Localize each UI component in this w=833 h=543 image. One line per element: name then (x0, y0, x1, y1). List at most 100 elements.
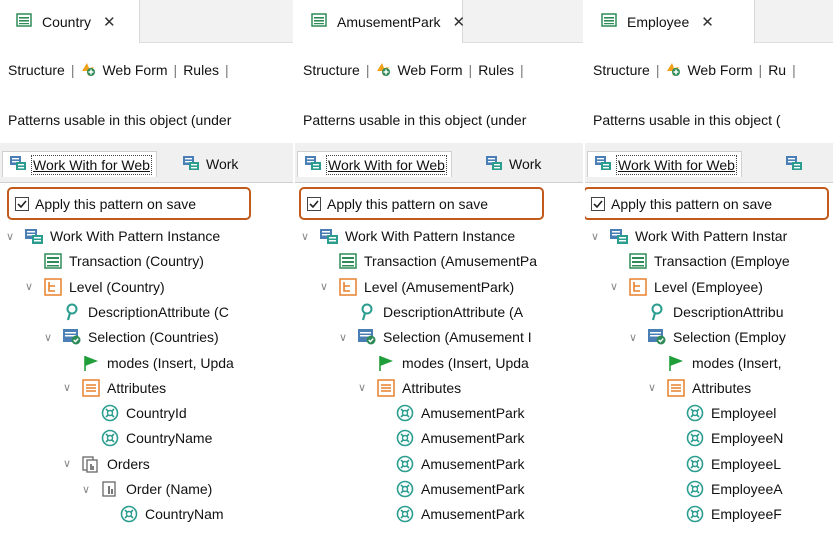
tree-node[interactable]: ∨ Selection (Employ (585, 325, 786, 349)
patterns-description: Patterns usable in this object (under (8, 112, 232, 128)
checkbox-checked-icon[interactable] (591, 196, 605, 211)
collapse-chevron-icon[interactable]: ∨ (61, 457, 73, 470)
tree-node[interactable]: AmusementPark (295, 401, 524, 425)
pattern-tab-work-with-web[interactable]: Work With for Web (587, 151, 742, 177)
tree-node[interactable]: modes (Insert, (585, 351, 781, 375)
separator: | (655, 62, 660, 78)
description-attribute-icon (647, 303, 667, 321)
web-form-tab[interactable]: Web Form (80, 61, 168, 80)
tree-node[interactable]: DescriptionAttribu (585, 300, 784, 324)
tree-node[interactable]: ∨ Attributes (295, 376, 461, 400)
tree-node[interactable]: AmusementPark (295, 452, 524, 476)
rules-tab[interactable]: Rules (183, 62, 219, 78)
pattern-tab-work-with-web[interactable]: Work With for Web (2, 151, 157, 177)
apply-pattern-checkbox[interactable]: Apply this pattern on save (299, 187, 544, 220)
document-tab-label: Employee (627, 13, 690, 30)
tree-node[interactable]: modes (Insert, Upda (0, 351, 234, 375)
web-form-tab[interactable]: Web Form (375, 61, 463, 80)
tree-node[interactable]: EmployeeN (585, 426, 783, 450)
tree-node[interactable]: ∨ Level (Country) (0, 275, 165, 299)
tree-node-label: Selection (Employ (673, 329, 786, 346)
tree-node[interactable]: EmployeeA (585, 477, 783, 501)
tree-node-label: CountryId (126, 405, 187, 422)
structure-tab[interactable]: Structure (593, 62, 650, 78)
apply-pattern-checkbox[interactable]: Apply this pattern on save (7, 187, 251, 220)
attributes-icon (81, 379, 101, 397)
object-toolbar: Structure | Web Form | Rules | (0, 54, 293, 86)
rules-tab[interactable]: Rules (478, 62, 514, 78)
tree-node[interactable]: DescriptionAttribute (A (295, 300, 523, 324)
document-tab[interactable]: AmusementPark ✕ (295, 0, 465, 43)
pattern-tab-work-with-web[interactable]: Work With for Web (297, 151, 452, 177)
document-tab[interactable]: Employee ✕ (585, 0, 755, 43)
tree-node[interactable]: AmusementPark (295, 477, 524, 501)
structure-tab[interactable]: Structure (303, 62, 360, 78)
checkbox-checked-icon[interactable] (15, 196, 29, 211)
tree-node[interactable]: ∨ Attributes (585, 376, 751, 400)
tree-node[interactable]: ∨ Order (Name) (0, 477, 212, 501)
structure-tab[interactable]: Structure (8, 62, 65, 78)
separator: | (792, 62, 796, 78)
modes-flag-icon (376, 354, 396, 372)
tree-node[interactable]: ∨ Level (AmusementPark) (295, 275, 514, 299)
tree-node[interactable]: ∨ Selection (Amusement I (295, 325, 532, 349)
collapse-chevron-icon[interactable]: ∨ (318, 280, 330, 293)
tree-node[interactable]: ∨ Attributes (0, 376, 166, 400)
tree-node[interactable]: Transaction (Employe (585, 249, 790, 273)
description-attribute-icon (357, 303, 377, 321)
transaction-icon (601, 12, 617, 31)
work-with-icon (594, 155, 612, 174)
tree-node[interactable]: EmployeeF (585, 502, 782, 526)
tree-node[interactable]: AmusementPark (295, 502, 524, 526)
checkbox-checked-icon[interactable] (307, 196, 321, 211)
tree-node[interactable]: DescriptionAttribute (C (0, 300, 229, 324)
tree-node[interactable]: Employeel (585, 401, 776, 425)
tree-node[interactable]: ∨ Orders (0, 452, 150, 476)
collapse-chevron-icon[interactable]: ∨ (646, 381, 658, 394)
tree-node[interactable]: CountryId (0, 401, 187, 425)
collapse-chevron-icon[interactable]: ∨ (299, 230, 311, 243)
rules-tab[interactable]: Ru (768, 62, 786, 78)
work-with-icon (182, 155, 200, 174)
collapse-chevron-icon[interactable]: ∨ (42, 331, 54, 344)
tree-node[interactable]: CountryName (0, 426, 212, 450)
collapse-chevron-icon[interactable]: ∨ (23, 280, 35, 293)
structure-tab-label: Structure (593, 62, 650, 78)
collapse-chevron-icon[interactable]: ∨ (4, 230, 16, 243)
pattern-tab-work[interactable]: Work (182, 151, 238, 177)
close-icon[interactable]: ✕ (103, 13, 116, 31)
collapse-chevron-icon[interactable]: ∨ (608, 280, 620, 293)
pattern-tab-work[interactable]: Work (485, 151, 541, 177)
work-with-icon (9, 155, 27, 174)
work-with-icon (24, 227, 44, 245)
tree-node[interactable]: CountryNam (0, 502, 224, 526)
tree-node[interactable]: Transaction (Country) (0, 249, 204, 273)
collapse-chevron-icon[interactable]: ∨ (627, 331, 639, 344)
transaction-icon (43, 252, 63, 270)
tree-node-label: Work With Pattern Instance (50, 228, 221, 244)
tree-node[interactable]: EmployeeL (585, 452, 781, 476)
document-tab[interactable]: Country ✕ (0, 0, 140, 43)
collapse-chevron-icon[interactable]: ∨ (80, 483, 92, 496)
pattern-tab-work[interactable] (785, 151, 809, 177)
tree-node[interactable]: Transaction (AmusementPa (295, 249, 537, 273)
tree-node[interactable]: AmusementPark (295, 426, 524, 450)
tree-node[interactable]: modes (Insert, Upda (295, 351, 529, 375)
apply-pattern-checkbox[interactable]: Apply this pattern on save (585, 187, 829, 220)
tree-node[interactable]: ∨ Level (Employee) (585, 275, 763, 299)
close-icon[interactable]: ✕ (701, 13, 714, 31)
close-icon[interactable]: ✕ (452, 13, 465, 31)
tree-node-label: Work With Pattern Instance (345, 228, 516, 244)
collapse-chevron-icon[interactable]: ∨ (337, 331, 349, 344)
collapse-chevron-icon[interactable]: ∨ (61, 381, 73, 394)
collapse-chevron-icon[interactable]: ∨ (589, 230, 601, 243)
tree-node[interactable]: ∨ Work With Pattern Instar (585, 224, 787, 248)
tree-node[interactable]: ∨ Work With Pattern Instance (295, 224, 515, 248)
tree-node-label: Transaction (AmusementPa (364, 253, 537, 270)
tree-node[interactable]: ∨ Work With Pattern Instance (0, 224, 220, 248)
collapse-chevron-icon[interactable]: ∨ (356, 381, 368, 394)
tree-node[interactable]: ∨ Selection (Countries) (0, 325, 219, 349)
tree-node-label: DescriptionAttribu (673, 303, 784, 320)
web-form-tab[interactable]: Web Form (665, 61, 753, 80)
structure-tab-label: Structure (303, 62, 360, 78)
